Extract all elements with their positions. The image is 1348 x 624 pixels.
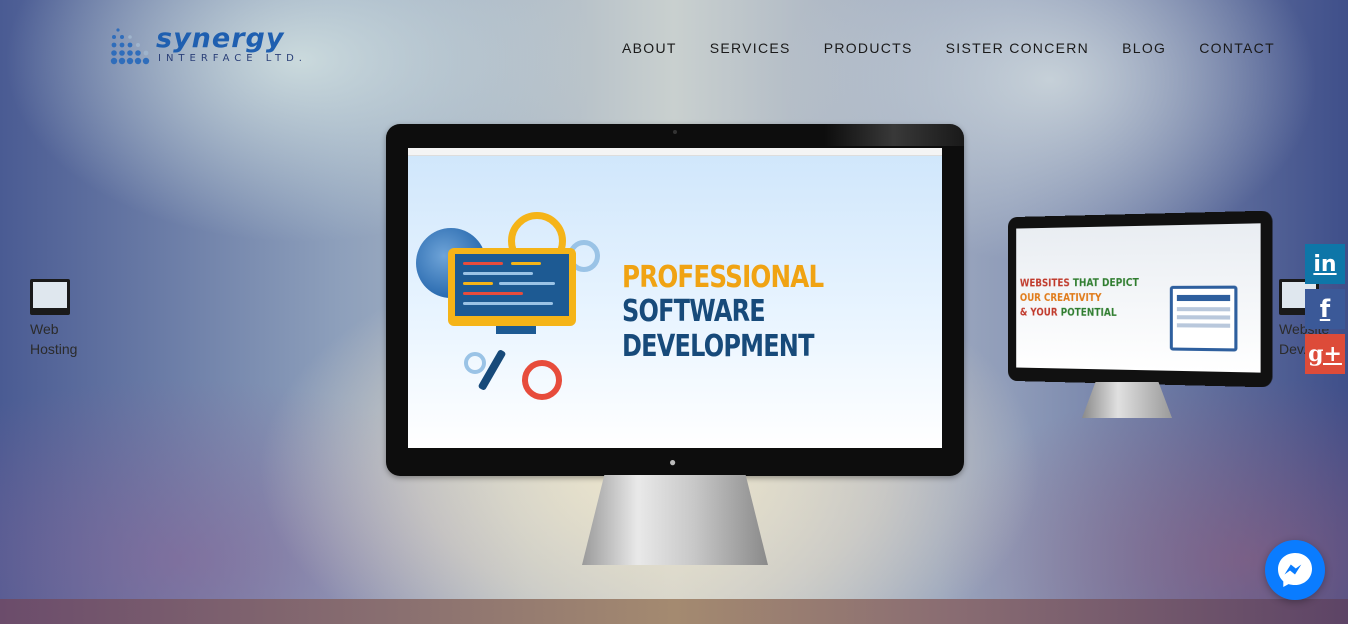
next-slide-line3-a: & YOUR [1019,305,1061,319]
nav-products[interactable]: PRODUCTS [824,40,913,56]
screen-menubar [408,148,942,156]
website-row [1176,323,1231,328]
monitor-gloss [824,124,964,146]
apple-icon: ● [669,455,677,469]
code-monitor-stand [496,326,536,334]
prev-label-line1: Web [30,321,59,337]
monitor-camera [673,130,677,134]
nav-blog[interactable]: BLOG [1122,40,1166,56]
nav-sister-concern[interactable]: SISTER CONCERN [946,40,1089,56]
website-row [1176,315,1231,320]
website-row [1176,307,1231,312]
next-slide-line1: WEBSITES THAT DEPICT [1020,276,1139,289]
next-slide-line2: OUR CREATIVITY [1019,291,1102,304]
code-line [511,262,541,265]
next-slide-line3-b: POTENTIAL [1060,305,1117,319]
code-line [463,272,533,275]
code-line [463,282,493,285]
code-monitor-icon [448,248,576,326]
main-slide-screen: PROFESSIONAL SOFTWARE DEVELOPMENT [408,148,942,448]
website-icon [1169,285,1238,352]
code-monitor-screen [455,254,569,316]
nav-contact[interactable]: CONTACT [1199,40,1275,56]
googleplus-icon[interactable]: g+ [1305,334,1345,374]
nav-about[interactable]: ABOUT [622,40,677,56]
prev-label-line2: Hosting [30,341,78,357]
brand-logo[interactable]: synergy INTERFACE LTD. [106,23,326,71]
slider-prev-thumb[interactable] [30,279,70,315]
main-nav: ABOUT SERVICES PRODUCTS SISTER CONCERN B… [622,40,1275,56]
logo-wordmark: synergy [156,23,285,54]
slide-headline-line1: PROFESSIONAL [622,260,824,295]
gear-icon [464,352,486,374]
next-slide-line3: & YOUR POTENTIAL [1020,306,1117,319]
logo-subtitle: INTERFACE LTD. [158,53,307,64]
linkedin-icon[interactable]: in [1305,244,1345,284]
messenger-button[interactable] [1265,540,1325,600]
next-slide-line1-b: THAT DEPICT [1072,275,1139,290]
nav-services[interactable]: SERVICES [710,40,791,56]
facebook-icon[interactable]: f [1305,289,1345,329]
main-slide-monitor: PROFESSIONAL SOFTWARE DEVELOPMENT ● [386,124,964,476]
next-slide-line1-a: WEBSITES [1019,276,1073,290]
code-line [463,292,523,295]
website-bar [1176,294,1231,302]
slider-prev-label[interactable]: Web Hosting [30,319,77,359]
prev-thumb-image [33,282,67,308]
next-slide-monitor[interactable]: WEBSITES THAT DEPICT OUR CREATIVITY & YO… [1007,210,1273,388]
messenger-icon [1278,553,1312,587]
next-slide-screen: WEBSITES THAT DEPICT OUR CREATIVITY & YO… [1016,223,1261,373]
logo-dots-icon [110,28,150,65]
slide-headline-line2: SOFTWARE DEVELOPMENT [622,294,814,364]
main-monitor-stand [582,475,768,565]
next-monitor-stand [1082,382,1172,418]
code-line [499,282,555,285]
code-line [463,262,503,265]
gear-icon [522,360,562,400]
bottom-strip [0,599,1348,624]
code-line [463,302,553,305]
